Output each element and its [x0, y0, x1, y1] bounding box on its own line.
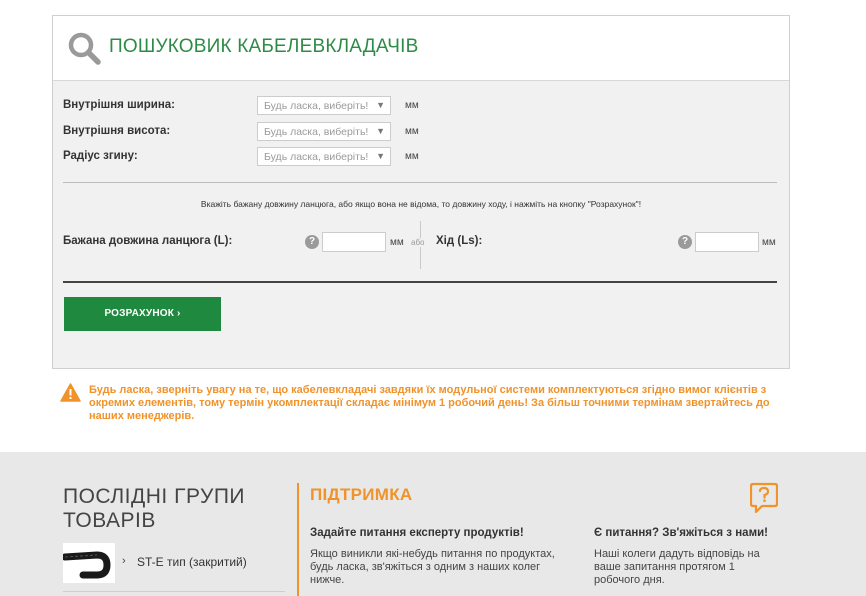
finder-title: ПОШУКОВИК КАБЕЛЕВКЛАДАЧІВ [109, 36, 419, 57]
divider [63, 182, 777, 183]
inner-width-label: Внутрішня ширина: [63, 99, 175, 111]
travel-input[interactable] [695, 232, 759, 252]
inner-height-label: Внутрішня висота: [63, 125, 171, 137]
inner-width-unit: мм [405, 100, 419, 111]
bend-radius-select[interactable]: Будь ласка, виберіть! ▼ [257, 147, 391, 166]
chain-length-input[interactable] [322, 232, 386, 252]
calculate-button[interactable]: РОЗРАХУНОК › [64, 297, 221, 331]
chain-length-unit: мм [390, 237, 404, 248]
travel-label: Хід (Ls): [436, 235, 483, 247]
chain-length-label: Бажана довжина ланцюга (L): [63, 235, 233, 247]
divider [63, 591, 285, 592]
page: ПОШУКОВИК КАБЕЛЕВКЛАДАЧІВ Внутрішня шири… [0, 0, 866, 596]
column-separator [297, 483, 299, 596]
travel-unit: мм [762, 237, 776, 248]
recent-group-link[interactable]: ST-E тип (закритий) [137, 555, 247, 569]
contact-us-text: Наші колеги дадуть відповідь на ваше зап… [594, 548, 760, 586]
chevron-down-icon: ▼ [376, 126, 385, 136]
product-thumbnail[interactable] [63, 543, 115, 583]
chevron-right-icon: › [122, 555, 126, 567]
recent-groups-title: ПОСЛІДНІ ГРУПИ ТОВАРІВ [63, 485, 246, 532]
search-icon [68, 32, 101, 65]
help-icon[interactable]: ? [305, 235, 319, 249]
or-separator-text: або [410, 238, 426, 247]
ask-expert-text: Якщо виникли які-небудь питання по проду… [310, 548, 555, 586]
chevron-down-icon: ▼ [376, 151, 385, 161]
support-title: ПІДТРИМКА [310, 485, 413, 504]
bend-radius-unit: мм [405, 151, 419, 162]
bend-radius-label: Радіус згину: [63, 150, 138, 162]
inner-height-select[interactable]: Будь ласка, виберіть! ▼ [257, 122, 391, 141]
length-hint: Вкажіть бажану довжину ланцюга, або якщо… [200, 199, 642, 209]
footer: ПОСЛІДНІ ГРУПИ ТОВАРІВ › ST-E тип (закри… [0, 452, 866, 596]
help-icon[interactable]: ? [678, 235, 692, 249]
divider [63, 281, 777, 283]
inner-width-select-value: Будь ласка, виберіть! [264, 100, 369, 112]
chevron-down-icon: ▼ [376, 100, 385, 110]
inner-height-unit: мм [405, 126, 419, 137]
bend-radius-select-value: Будь ласка, виберіть! [264, 151, 369, 163]
finder-header: ПОШУКОВИК КАБЕЛЕВКЛАДАЧІВ [53, 16, 789, 81]
cable-carrier-finder: ПОШУКОВИК КАБЕЛЕВКЛАДАЧІВ Внутрішня шири… [52, 15, 790, 369]
inner-width-select[interactable]: Будь ласка, виберіть! ▼ [257, 96, 391, 115]
lead-time-warning: Будь ласка, зверніть увагу на те, що каб… [89, 384, 770, 422]
inner-height-select-value: Будь ласка, виберіть! [264, 126, 369, 138]
warning-icon [60, 383, 81, 402]
ask-expert-heading: Задайте питання експерту продуктів! [310, 527, 524, 539]
contact-us-heading: Є питання? Зв'яжіться з нами! [594, 527, 768, 539]
question-bubble-icon [750, 482, 778, 514]
